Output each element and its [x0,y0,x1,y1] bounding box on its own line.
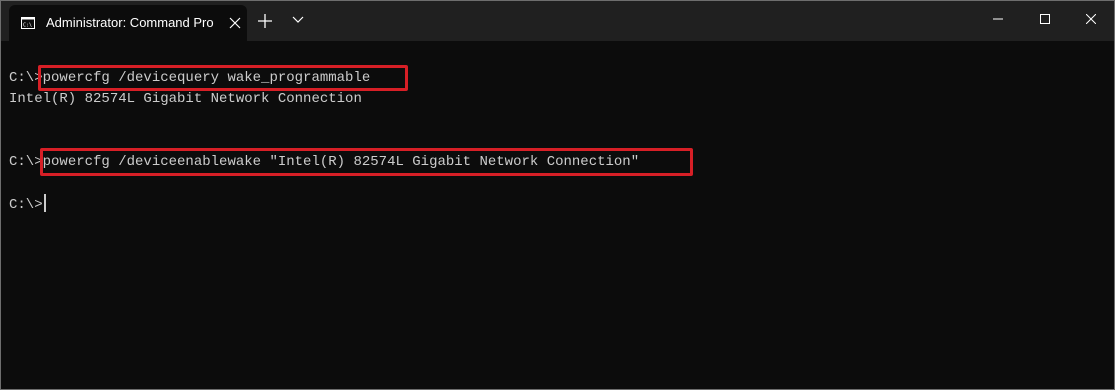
svg-text:C:\: C:\ [23,23,32,29]
close-icon [1086,14,1096,24]
terminal-window: C:\ Administrator: Command Prompt [0,0,1115,390]
tab-command-prompt[interactable]: C:\ Administrator: Command Prompt [9,5,247,41]
minimize-icon [993,18,1003,20]
output-text: Intel(R) 82574L Gigabit Network Connecti… [9,91,362,107]
prompt: C:\> [9,154,43,170]
terminal-output[interactable]: C:\>powercfg /devicequery wake_programma… [1,41,1114,389]
text-cursor [43,194,46,212]
prompt: C:\> [9,197,43,213]
close-button[interactable] [1068,1,1114,39]
chevron-down-icon[interactable] [292,16,304,24]
terminal-line: C:\> [9,194,46,215]
minimize-button[interactable] [975,1,1021,39]
command-highlight-box [38,65,408,91]
new-tab-icon[interactable] [258,14,272,28]
tab-title: Administrator: Command Prompt [46,15,214,30]
command-highlight-box [40,148,693,176]
cmd-icon: C:\ [21,17,35,29]
maximize-icon [1040,14,1050,24]
title-bar[interactable]: C:\ Administrator: Command Prompt [1,1,1114,41]
tab-close-icon[interactable] [229,17,241,29]
maximize-button[interactable] [1022,1,1068,39]
terminal-line: Intel(R) 82574L Gigabit Network Connecti… [9,89,362,110]
